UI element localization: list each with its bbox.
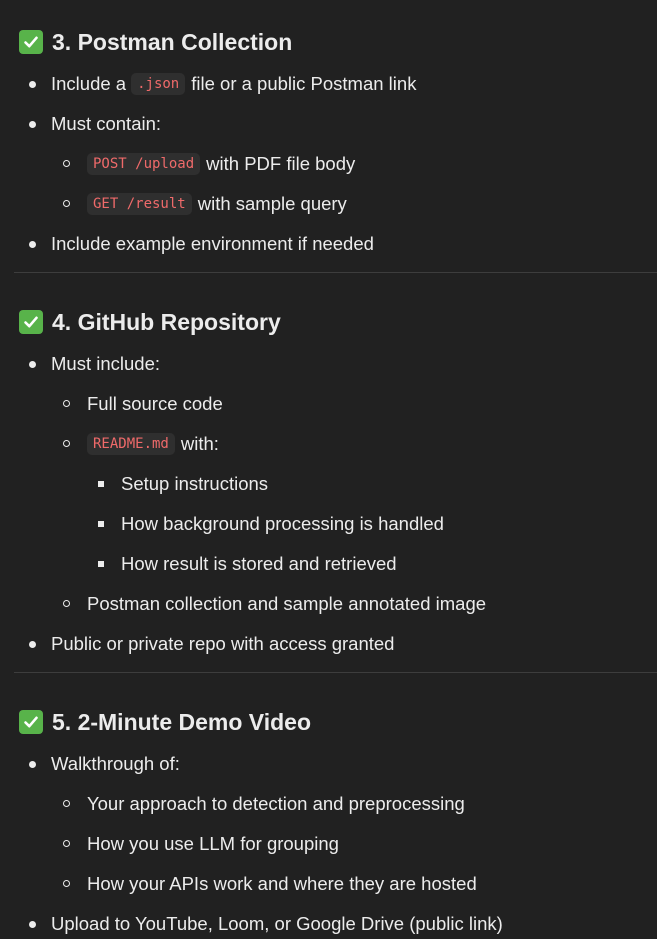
section-heading-github-repository: 4. GitHub Repository — [19, 308, 281, 336]
list-item: Full source code — [63, 390, 223, 418]
bullet-square-icon — [98, 521, 104, 527]
list-item: Upload to YouTube, Loom, or Google Drive… — [29, 910, 503, 938]
item-text: with sample query — [197, 193, 347, 214]
check-mark-icon — [19, 30, 43, 54]
list-item: How you use LLM for grouping — [63, 830, 339, 858]
inline-code: .json — [131, 73, 186, 95]
list-item: README.md with: — [63, 430, 219, 458]
item-text: Must include: — [51, 353, 160, 374]
item-text: Postman collection and sample annotated … — [87, 593, 487, 614]
bullet-disc-icon — [29, 241, 36, 248]
check-mark-icon — [19, 710, 43, 734]
item-text: Your approach to detection and preproces… — [87, 793, 465, 814]
section-heading-postman-collection: 3. Postman Collection — [19, 28, 292, 56]
bullet-circle-icon — [63, 200, 70, 207]
bullet-disc-icon — [29, 361, 36, 368]
list-item: GET /result with sample query — [63, 190, 347, 218]
item-text: Public or private repo with access grant… — [51, 633, 395, 654]
bullet-circle-icon — [63, 800, 70, 807]
bullet-circle-icon — [63, 880, 70, 887]
item-text: Setup instructions — [121, 473, 269, 494]
section-heading-demo-video: 5. 2-Minute Demo Video — [19, 708, 311, 736]
item-text: Include example environment if needed — [51, 233, 374, 254]
item-text: with: — [180, 433, 219, 454]
bullet-square-icon — [98, 481, 104, 487]
item-text: Walkthrough of: — [51, 753, 180, 774]
list-item: How your APIs work and where they are ho… — [63, 870, 477, 898]
item-text: How result is stored and retrieved — [121, 553, 397, 574]
bullet-circle-icon — [63, 840, 70, 847]
bullet-disc-icon — [29, 921, 36, 928]
bullet-disc-icon — [29, 761, 36, 768]
section-divider — [14, 672, 657, 673]
bullet-disc-icon — [29, 121, 36, 128]
check-mark-icon — [19, 310, 43, 334]
item-text: Upload to YouTube, Loom, or Google Drive… — [51, 913, 503, 934]
bullet-circle-icon — [63, 400, 70, 407]
inline-code: README.md — [87, 433, 175, 455]
list-item: Must contain: — [29, 110, 162, 138]
list-item: Your approach to detection and preproces… — [63, 790, 465, 818]
inline-code: POST /upload — [87, 153, 201, 175]
list-item: Include example environment if needed — [29, 230, 374, 258]
section-title: 3. Postman Collection — [52, 28, 293, 55]
list-item: How background processing is handled — [98, 510, 444, 538]
list-item: Public or private repo with access grant… — [29, 630, 395, 658]
list-item: Setup instructions — [98, 470, 269, 498]
list-item: Postman collection and sample annotated … — [63, 590, 487, 618]
list-item: How result is stored and retrieved — [98, 550, 397, 578]
list-item: Walkthrough of: — [29, 750, 180, 778]
item-text: Full source code — [87, 393, 223, 414]
bullet-circle-icon — [63, 600, 70, 607]
inline-code: GET /result — [87, 193, 192, 215]
item-text: How you use LLM for grouping — [87, 833, 339, 854]
item-text: with PDF file body — [206, 153, 356, 174]
section-divider — [14, 272, 657, 273]
bullet-circle-icon — [63, 160, 70, 167]
section-title: 5. 2-Minute Demo Video — [52, 708, 312, 735]
item-text: Include a — [51, 73, 127, 94]
bullet-disc-icon — [29, 81, 36, 88]
item-text: Must contain: — [51, 113, 162, 134]
bullet-disc-icon — [29, 641, 36, 648]
bullet-square-icon — [98, 561, 104, 567]
list-item: POST /upload with PDF file body — [63, 150, 356, 178]
bullet-circle-icon — [63, 440, 70, 447]
section-title: 4. GitHub Repository — [52, 308, 281, 335]
item-text: file or a public Postman link — [191, 73, 417, 94]
item-text: How background processing is handled — [121, 513, 444, 534]
list-item: Must include: — [29, 350, 160, 378]
list-item: Include a .json file or a public Postman… — [29, 70, 417, 98]
item-text: How your APIs work and where they are ho… — [87, 873, 477, 894]
